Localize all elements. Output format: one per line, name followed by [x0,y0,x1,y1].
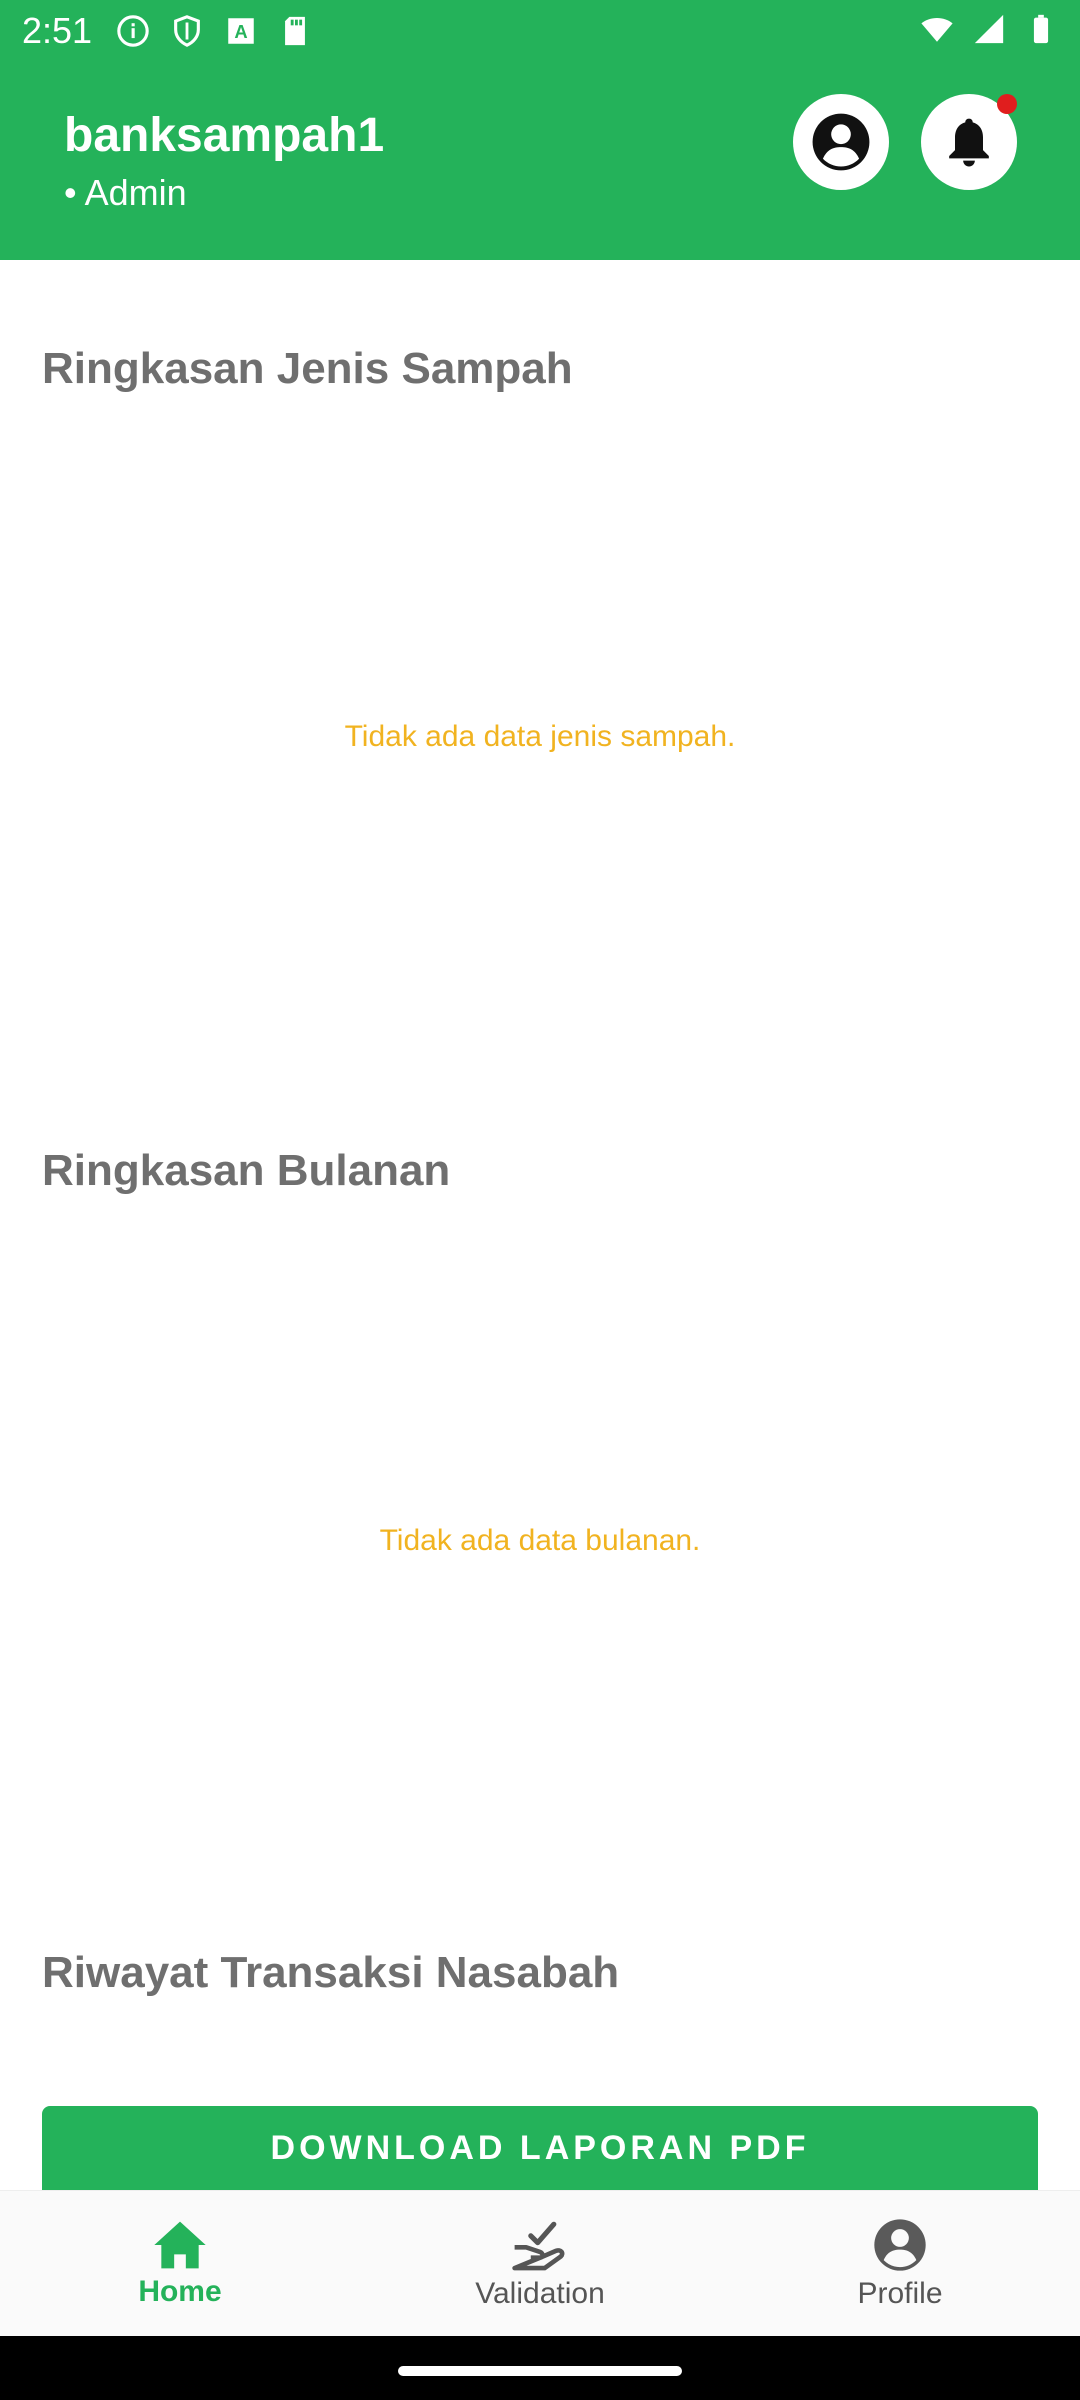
profile-button[interactable] [793,94,889,190]
account-role: • Admin [64,172,187,213]
nav-label-profile: Profile [857,2276,943,2310]
shield-icon [174,15,200,47]
validation-hand-icon [512,2221,565,2270]
status-bar: 2:51 A [0,0,1080,64]
notification-badge-dot [997,94,1017,114]
account-circle-icon [874,2218,926,2271]
download-pdf-report-button[interactable]: DOWNLOAD LAPORAN PDF [42,2106,1038,2190]
status-icons-right [920,12,1058,46]
gesture-handle[interactable] [398,2366,682,2376]
account-name: banksampah1 [64,109,385,162]
status-time: 2:51 [22,10,93,51]
nav-item-home[interactable]: Home [0,2191,360,2336]
a-box-icon: A [228,18,254,44]
nav-label-validation: Validation [475,2276,605,2310]
nav-item-validation[interactable]: Validation [360,2191,720,2336]
status-icons-left: A [116,14,312,48]
section-title-waste-summary: Ringkasan Jenis Sampah [42,344,573,393]
app-header: banksampah1 • Admin [0,64,1080,260]
battery-icon [1033,14,1049,44]
empty-waste-types-message: Tidak ada data jenis sampah. [344,720,736,753]
nav-label-home: Home [138,2274,222,2308]
nav-item-profile[interactable]: Profile [720,2191,1080,2336]
notification-button[interactable] [921,94,1017,190]
home-icon [154,2221,206,2268]
info-icon [117,15,149,47]
svg-text:A: A [234,21,247,42]
signal-icon [974,14,1004,44]
empty-monthly-message: Tidak ada data bulanan. [379,1524,701,1557]
section-title-monthly-summary: Ringkasan Bulanan [42,1146,451,1195]
section-title-transaction-history: Riwayat Transaksi Nasabah [42,1948,620,1997]
sd-card-icon [285,16,305,46]
bell-icon [949,118,989,167]
account-circle-icon [812,113,870,171]
bottom-navigation: Home Validation Profile [0,2190,1080,2336]
wifi-icon [921,18,953,42]
system-gesture-area [0,2336,1080,2400]
